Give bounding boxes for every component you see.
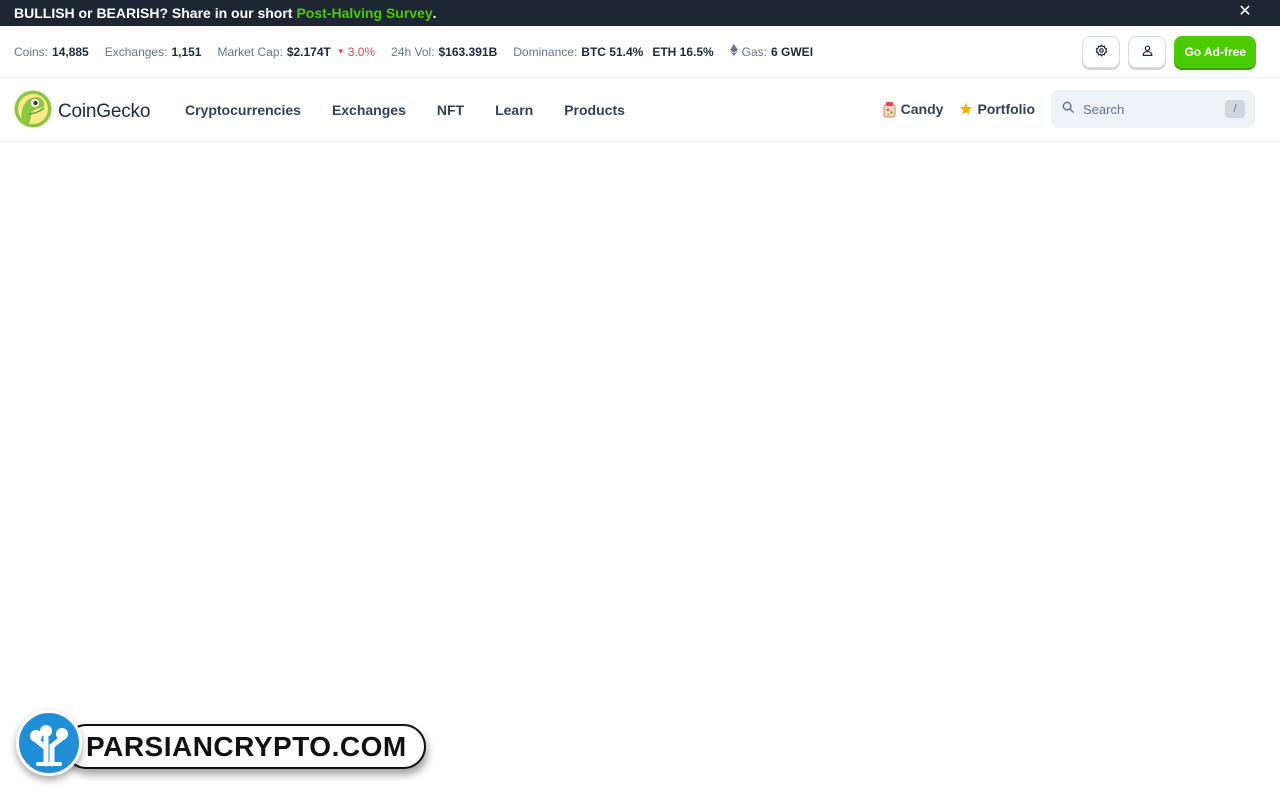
volume-value: $163.391B <box>438 44 498 59</box>
gas-value: 6 GWEI <box>771 44 814 59</box>
stat-gas[interactable]: Gas: 6 GWEI <box>729 44 814 59</box>
stat-dominance[interactable]: Dominance: BTC 51.4% ETH 16.5% <box>513 45 713 59</box>
coins-value: 14,885 <box>52 44 89 59</box>
exchanges-value: 1,151 <box>171 44 202 59</box>
dominance-label: Dominance: <box>513 44 578 59</box>
stat-exchanges[interactable]: Exchanges: 1,151 <box>105 45 202 59</box>
announcement-banner: BULLISH or BEARISH? Share in our short P… <box>0 0 1280 26</box>
gear-icon <box>1095 44 1108 60</box>
stat-market-cap[interactable]: Market Cap: $2.174T ▼ 3.0% <box>217 45 375 59</box>
coingecko-logo[interactable]: CoinGecko <box>14 90 150 133</box>
logo-text: CoinGecko <box>58 100 151 122</box>
stat-coins[interactable]: Coins: 14,885 <box>14 45 89 59</box>
survey-link[interactable]: Post-Halving Survey <box>296 5 432 21</box>
watermark-text: PARSIANCRYPTO.COM <box>86 730 407 762</box>
eth-dominance: ETH 16.5% <box>652 44 714 59</box>
account-button[interactable] <box>1128 36 1167 68</box>
gecko-logo-icon <box>14 90 52 133</box>
watermark-pill: PARSIANCRYPTO.COM <box>64 724 426 769</box>
market-cap-change-value: 3.0% <box>347 44 376 59</box>
go-ad-free-button[interactable]: Go Ad-free <box>1174 36 1256 68</box>
coins-label: Coins: <box>14 44 49 59</box>
watermark-logo-icon <box>16 710 82 776</box>
candy-link[interactable]: Candy <box>882 100 944 118</box>
exchanges-label: Exchanges: <box>104 44 168 59</box>
portfolio-label: Portfolio <box>977 101 1035 117</box>
gas-label: Gas: <box>741 44 768 59</box>
nav-products[interactable]: Products <box>564 102 625 118</box>
search-bar[interactable]: / <box>1051 90 1255 128</box>
stat-24h-volume[interactable]: 24h Vol: $163.391B <box>391 45 497 59</box>
star-icon <box>959 102 973 116</box>
market-cap-label: Market Cap: <box>217 44 283 59</box>
candy-icon <box>882 100 897 118</box>
right-navigation: Candy Portfolio / <box>882 90 1255 128</box>
banner-suffix: . <box>432 5 437 21</box>
nav-exchanges[interactable]: Exchanges <box>332 102 406 118</box>
global-stats-bar: Coins: 14,885 Exchanges: 1,151 Market Ca… <box>0 26 1280 78</box>
portfolio-link[interactable]: Portfolio <box>959 101 1035 117</box>
search-icon <box>1061 100 1075 119</box>
nav-nft[interactable]: NFT <box>437 102 464 118</box>
nav-cryptocurrencies[interactable]: Cryptocurrencies <box>185 102 301 118</box>
banner-text: BULLISH or BEARISH? Share in our short <box>14 5 293 21</box>
caret-down-icon: ▼ <box>336 47 345 56</box>
volume-label: 24h Vol: <box>391 44 435 59</box>
search-input[interactable] <box>1083 101 1213 117</box>
ethereum-icon <box>729 44 738 59</box>
user-icon <box>1141 44 1154 60</box>
settings-button[interactable] <box>1082 36 1121 68</box>
candy-label: Candy <box>900 101 944 117</box>
close-icon[interactable]: ✕ <box>1236 2 1254 22</box>
market-cap-value: $2.174T <box>286 44 331 59</box>
btc-dominance: BTC 51.4% <box>581 44 644 59</box>
primary-menu: Cryptocurrencies Exchanges NFT Learn Pro… <box>185 78 656 142</box>
nav-learn[interactable]: Learn <box>495 102 533 118</box>
search-shortcut-key: / <box>1225 100 1245 118</box>
market-cap-change: ▼ 3.0% <box>337 45 375 59</box>
header-actions: Go Ad-free <box>1074 36 1256 68</box>
main-navigation: CoinGecko Cryptocurrencies Exchanges NFT… <box>0 78 1280 142</box>
